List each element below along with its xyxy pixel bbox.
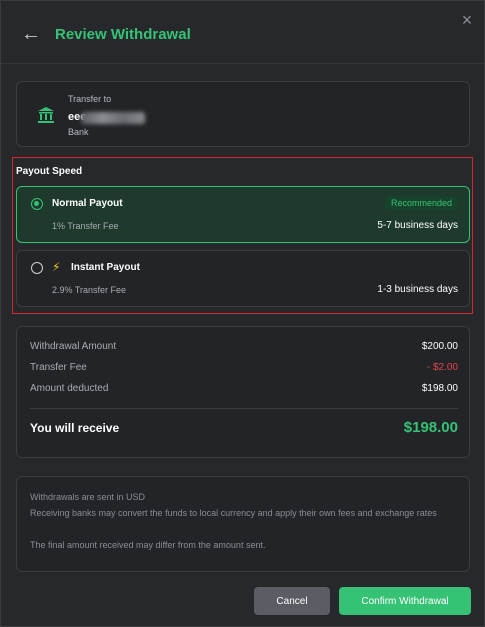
normal-payout-fee: 1% Transfer Fee xyxy=(52,221,119,231)
normal-payout-option[interactable]: Normal Payout Recommended 1% Transfer Fe… xyxy=(16,186,470,243)
header-divider xyxy=(1,63,484,64)
instant-payout-option[interactable]: ⚡ Instant Payout 2.9% Transfer Fee 1-3 b… xyxy=(16,250,470,307)
transfer-to-card: Transfer to eee Bank xyxy=(16,81,470,147)
close-icon[interactable]: × xyxy=(458,11,476,29)
account-type: Bank xyxy=(68,127,89,137)
payout-speed-label: Payout Speed xyxy=(16,166,83,177)
withdrawal-summary: Withdrawal Amount $200.00 Transfer Fee -… xyxy=(16,326,470,458)
normal-payout-days: 5-7 business days xyxy=(377,220,458,231)
bank-icon xyxy=(38,107,54,123)
transfer-to-label: Transfer to xyxy=(68,94,112,104)
withdrawal-amount-label: Withdrawal Amount xyxy=(30,341,117,352)
summary-row-fee: Transfer Fee - $2.00 xyxy=(30,362,458,373)
confirm-withdrawal-button[interactable]: Confirm Withdrawal xyxy=(339,587,471,615)
receive-label: You will receive xyxy=(30,420,120,435)
summary-row-deducted: Amount deducted $198.00 xyxy=(30,383,458,394)
recommended-badge: Recommended xyxy=(384,196,458,210)
withdrawal-modal: × ← Review Withdrawal Transfer to eee Ba… xyxy=(0,0,485,627)
note-conversion: Receiving banks may convert the funds to… xyxy=(30,508,437,518)
page-title: Review Withdrawal xyxy=(55,25,191,43)
normal-payout-radio[interactable] xyxy=(31,198,43,210)
cancel-button[interactable]: Cancel xyxy=(254,587,330,615)
normal-payout-name: Normal Payout xyxy=(52,198,123,209)
receive-value: $198.00 xyxy=(403,419,458,436)
transfer-fee-label: Transfer Fee xyxy=(30,362,87,373)
amount-deducted-value: $198.00 xyxy=(421,383,458,394)
withdrawal-amount-value: $200.00 xyxy=(421,341,458,352)
back-arrow-icon[interactable]: ← xyxy=(21,24,41,44)
summary-divider xyxy=(30,408,458,409)
instant-payout-fee: 2.9% Transfer Fee xyxy=(52,285,127,295)
note-difference: The final amount received may differ fro… xyxy=(30,540,266,550)
note-currency: Withdrawals are sent in USD xyxy=(30,492,146,502)
instant-payout-days: 1-3 business days xyxy=(377,284,458,295)
lightning-icon: ⚡ xyxy=(52,260,61,274)
instant-payout-radio[interactable] xyxy=(31,262,43,274)
receive-row: You will receive $198.00 xyxy=(30,419,458,436)
instant-payout-name: Instant Payout xyxy=(71,262,140,273)
transfer-fee-value: - $2.00 xyxy=(426,362,458,373)
amount-deducted-label: Amount deducted xyxy=(30,383,109,394)
header: ← Review Withdrawal xyxy=(21,23,191,45)
summary-row-amount: Withdrawal Amount $200.00 xyxy=(30,341,458,352)
withdrawal-notes: Withdrawals are sent in USD Receiving ba… xyxy=(16,476,470,572)
recipient-name-redacted xyxy=(81,112,145,124)
